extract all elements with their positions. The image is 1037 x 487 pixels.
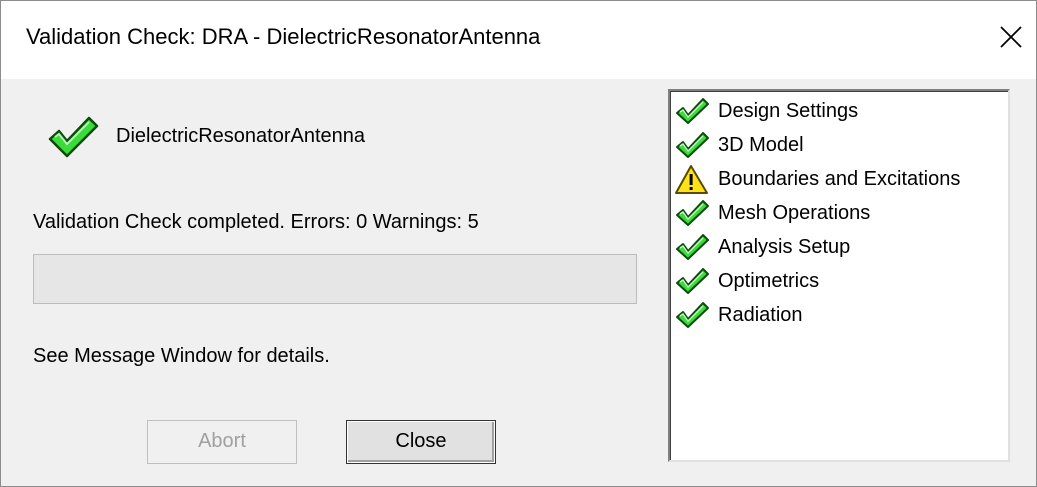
list-item: 3D Model bbox=[674, 129, 1004, 162]
list-item: Optimetrics bbox=[674, 265, 1004, 298]
project-name: DielectricResonatorAntenna bbox=[116, 125, 366, 147]
check-icon bbox=[674, 129, 710, 162]
validation-dialog: Validation Check: DRA - DielectricResona… bbox=[0, 0, 1037, 487]
status-message: Validation Check completed. Errors: 0 Wa… bbox=[33, 211, 479, 233]
close-button[interactable]: Close bbox=[346, 420, 496, 464]
check-icon bbox=[674, 197, 710, 230]
list-item-label: Radiation bbox=[718, 304, 803, 326]
check-list[interactable]: Design Settings 3D Model Boundaries and … bbox=[668, 89, 1010, 462]
abort-button[interactable]: Abort bbox=[147, 420, 297, 464]
close-window-icon[interactable] bbox=[995, 21, 1027, 53]
details-message: See Message Window for details. bbox=[33, 345, 330, 367]
list-item-label: Design Settings bbox=[718, 100, 859, 122]
warning-icon bbox=[674, 163, 710, 196]
window-title: Validation Check: DRA - DielectricResona… bbox=[26, 24, 541, 49]
check-icon bbox=[674, 265, 710, 298]
list-item-label: Analysis Setup bbox=[718, 236, 851, 258]
list-item-label: 3D Model bbox=[718, 134, 804, 156]
list-item-label: Boundaries and Excitations bbox=[718, 168, 961, 190]
check-icon bbox=[47, 115, 99, 159]
check-icon bbox=[674, 95, 710, 128]
list-item: Boundaries and Excitations bbox=[674, 163, 1004, 196]
title-bar[interactable]: Validation Check: DRA - DielectricResona… bbox=[1, 1, 1036, 79]
check-icon bbox=[674, 299, 710, 332]
check-icon bbox=[674, 231, 710, 264]
progress-bar bbox=[33, 254, 637, 304]
list-item: Radiation bbox=[674, 299, 1004, 332]
list-item: Analysis Setup bbox=[674, 231, 1004, 264]
list-item-label: Optimetrics bbox=[718, 270, 820, 292]
list-item: Design Settings bbox=[674, 95, 1004, 128]
list-item: Mesh Operations bbox=[674, 197, 1004, 230]
list-item-label: Mesh Operations bbox=[718, 202, 871, 224]
